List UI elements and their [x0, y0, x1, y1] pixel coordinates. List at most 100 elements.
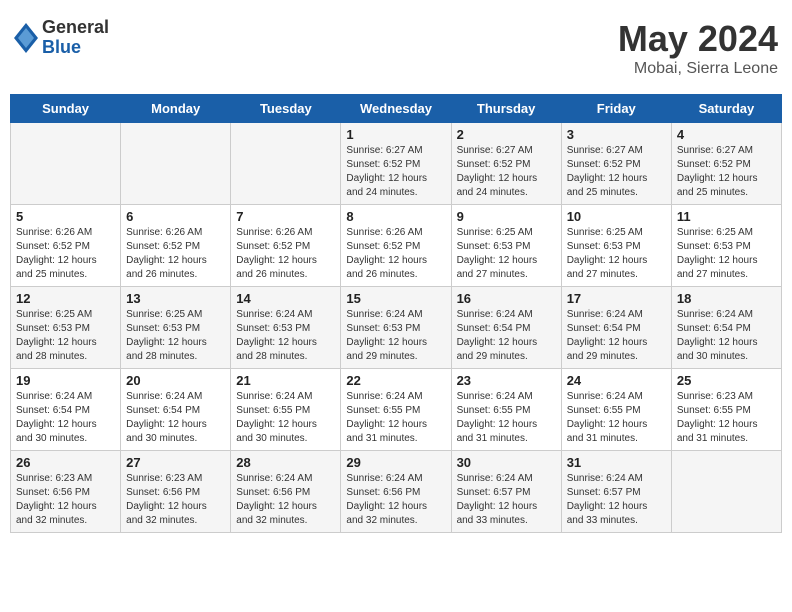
calendar-cell: 2 Sunrise: 6:27 AM Sunset: 6:52 PM Daylig… — [451, 123, 561, 205]
day-number: 8 — [346, 209, 445, 224]
calendar-cell: 17 Sunrise: 6:24 AM Sunset: 6:54 PM Dayli… — [561, 287, 671, 369]
day-number: 31 — [567, 455, 666, 470]
day-info: Sunrise: 6:25 AM Sunset: 6:53 PM Dayligh… — [126, 308, 225, 364]
weekday-header-saturday: Saturday — [671, 95, 781, 123]
calendar-cell: 11 Sunrise: 6:25 AM Sunset: 6:53 PM Dayli… — [671, 205, 781, 287]
week-row-4: 19 Sunrise: 6:24 AM Sunset: 6:54 PM Dayli… — [11, 369, 782, 451]
weekday-header-row: SundayMondayTuesdayWednesdayThursdayFrid… — [11, 95, 782, 123]
day-info: Sunrise: 6:24 AM Sunset: 6:56 PM Dayligh… — [236, 472, 335, 528]
day-info: Sunrise: 6:25 AM Sunset: 6:53 PM Dayligh… — [16, 308, 115, 364]
day-info: Sunrise: 6:25 AM Sunset: 6:53 PM Dayligh… — [677, 226, 776, 282]
day-info: Sunrise: 6:26 AM Sunset: 6:52 PM Dayligh… — [236, 226, 335, 282]
calendar-cell: 24 Sunrise: 6:24 AM Sunset: 6:55 PM Dayli… — [561, 369, 671, 451]
day-number: 6 — [126, 209, 225, 224]
day-info: Sunrise: 6:27 AM Sunset: 6:52 PM Dayligh… — [346, 144, 445, 200]
day-number: 9 — [457, 209, 556, 224]
calendar-cell: 4 Sunrise: 6:27 AM Sunset: 6:52 PM Daylig… — [671, 123, 781, 205]
day-number: 2 — [457, 127, 556, 142]
day-number: 7 — [236, 209, 335, 224]
page-header: General Blue May 2024 Mobai, Sierra Leon… — [10, 10, 782, 86]
day-info: Sunrise: 6:23 AM Sunset: 6:56 PM Dayligh… — [16, 472, 115, 528]
day-number: 3 — [567, 127, 666, 142]
calendar-cell: 7 Sunrise: 6:26 AM Sunset: 6:52 PM Daylig… — [231, 205, 341, 287]
day-info: Sunrise: 6:24 AM Sunset: 6:55 PM Dayligh… — [346, 390, 445, 446]
day-info: Sunrise: 6:24 AM Sunset: 6:54 PM Dayligh… — [126, 390, 225, 446]
calendar-cell: 1 Sunrise: 6:27 AM Sunset: 6:52 PM Daylig… — [341, 123, 451, 205]
day-number: 22 — [346, 373, 445, 388]
day-info: Sunrise: 6:24 AM Sunset: 6:56 PM Dayligh… — [346, 472, 445, 528]
day-info: Sunrise: 6:24 AM Sunset: 6:57 PM Dayligh… — [567, 472, 666, 528]
day-info: Sunrise: 6:24 AM Sunset: 6:53 PM Dayligh… — [346, 308, 445, 364]
day-number: 1 — [346, 127, 445, 142]
calendar-cell — [231, 123, 341, 205]
week-row-2: 5 Sunrise: 6:26 AM Sunset: 6:52 PM Daylig… — [11, 205, 782, 287]
calendar-cell: 18Sunrise: 6:24 AM Sunset: 6:54 PM Dayli… — [671, 287, 781, 369]
weekday-header-tuesday: Tuesday — [231, 95, 341, 123]
day-number: 18 — [677, 291, 776, 306]
week-row-5: 26Sunrise: 6:23 AM Sunset: 6:56 PM Dayli… — [11, 451, 782, 533]
day-number: 28 — [236, 455, 335, 470]
logo-icon — [14, 23, 38, 53]
calendar-cell: 22 Sunrise: 6:24 AM Sunset: 6:55 PM Dayli… — [341, 369, 451, 451]
calendar-cell: 29Sunrise: 6:24 AM Sunset: 6:56 PM Dayli… — [341, 451, 451, 533]
day-number: 24 — [567, 373, 666, 388]
day-number: 14 — [236, 291, 335, 306]
calendar-cell: 27Sunrise: 6:23 AM Sunset: 6:56 PM Dayli… — [121, 451, 231, 533]
day-info: Sunrise: 6:27 AM Sunset: 6:52 PM Dayligh… — [457, 144, 556, 200]
day-number: 30 — [457, 455, 556, 470]
calendar-cell: 10 Sunrise: 6:25 AM Sunset: 6:53 PM Dayli… — [561, 205, 671, 287]
day-number: 17 — [567, 291, 666, 306]
calendar-cell: 15 Sunrise: 6:24 AM Sunset: 6:53 PM Dayli… — [341, 287, 451, 369]
day-info: Sunrise: 6:26 AM Sunset: 6:52 PM Dayligh… — [346, 226, 445, 282]
day-number: 23 — [457, 373, 556, 388]
calendar-cell — [121, 123, 231, 205]
day-number: 16 — [457, 291, 556, 306]
week-row-1: 1 Sunrise: 6:27 AM Sunset: 6:52 PM Daylig… — [11, 123, 782, 205]
day-info: Sunrise: 6:27 AM Sunset: 6:52 PM Dayligh… — [677, 144, 776, 200]
logo-blue: Blue — [42, 38, 109, 58]
calendar-cell: 16 Sunrise: 6:24 AM Sunset: 6:54 PM Dayli… — [451, 287, 561, 369]
day-info: Sunrise: 6:23 AM Sunset: 6:55 PM Dayligh… — [677, 390, 776, 446]
calendar-cell: 12Sunrise: 6:25 AM Sunset: 6:53 PM Dayli… — [11, 287, 121, 369]
calendar-cell: 9 Sunrise: 6:25 AM Sunset: 6:53 PM Daylig… — [451, 205, 561, 287]
logo-text: General Blue — [42, 18, 109, 58]
day-info: Sunrise: 6:24 AM Sunset: 6:55 PM Dayligh… — [457, 390, 556, 446]
day-info: Sunrise: 6:24 AM Sunset: 6:53 PM Dayligh… — [236, 308, 335, 364]
month-title: May 2024 — [618, 18, 778, 60]
day-info: Sunrise: 6:24 AM Sunset: 6:57 PM Dayligh… — [457, 472, 556, 528]
day-info: Sunrise: 6:26 AM Sunset: 6:52 PM Dayligh… — [126, 226, 225, 282]
weekday-header-friday: Friday — [561, 95, 671, 123]
weekday-header-wednesday: Wednesday — [341, 95, 451, 123]
day-info: Sunrise: 6:24 AM Sunset: 6:54 PM Dayligh… — [457, 308, 556, 364]
day-info: Sunrise: 6:25 AM Sunset: 6:53 PM Dayligh… — [567, 226, 666, 282]
calendar-cell: 5Sunrise: 6:26 AM Sunset: 6:52 PM Daylig… — [11, 205, 121, 287]
calendar-cell: 13 Sunrise: 6:25 AM Sunset: 6:53 PM Dayli… — [121, 287, 231, 369]
day-info: Sunrise: 6:24 AM Sunset: 6:54 PM Dayligh… — [567, 308, 666, 364]
day-number: 27 — [126, 455, 225, 470]
day-number: 10 — [567, 209, 666, 224]
day-number: 19 — [16, 373, 115, 388]
day-number: 15 — [346, 291, 445, 306]
day-info: Sunrise: 6:24 AM Sunset: 6:54 PM Dayligh… — [16, 390, 115, 446]
calendar-cell: 8 Sunrise: 6:26 AM Sunset: 6:52 PM Daylig… — [341, 205, 451, 287]
week-row-3: 12Sunrise: 6:25 AM Sunset: 6:53 PM Dayli… — [11, 287, 782, 369]
day-number: 4 — [677, 127, 776, 142]
calendar-cell — [671, 451, 781, 533]
day-number: 25 — [677, 373, 776, 388]
calendar-cell: 19 Sunrise: 6:24 AM Sunset: 6:54 PM Dayli… — [11, 369, 121, 451]
day-info: Sunrise: 6:25 AM Sunset: 6:53 PM Dayligh… — [457, 226, 556, 282]
calendar-cell — [11, 123, 121, 205]
calendar-cell: 23 Sunrise: 6:24 AM Sunset: 6:55 PM Dayli… — [451, 369, 561, 451]
day-number: 5 — [16, 209, 115, 224]
calendar-cell: 21Sunrise: 6:24 AM Sunset: 6:55 PM Dayli… — [231, 369, 341, 451]
day-number: 20 — [126, 373, 225, 388]
day-info: Sunrise: 6:24 AM Sunset: 6:55 PM Dayligh… — [236, 390, 335, 446]
day-number: 13 — [126, 291, 225, 306]
day-number: 11 — [677, 209, 776, 224]
calendar-cell: 26Sunrise: 6:23 AM Sunset: 6:56 PM Dayli… — [11, 451, 121, 533]
calendar-cell: 25 Sunrise: 6:23 AM Sunset: 6:55 PM Dayli… — [671, 369, 781, 451]
weekday-header-sunday: Sunday — [11, 95, 121, 123]
day-info: Sunrise: 6:24 AM Sunset: 6:55 PM Dayligh… — [567, 390, 666, 446]
logo-general: General — [42, 18, 109, 38]
day-info: Sunrise: 6:27 AM Sunset: 6:52 PM Dayligh… — [567, 144, 666, 200]
